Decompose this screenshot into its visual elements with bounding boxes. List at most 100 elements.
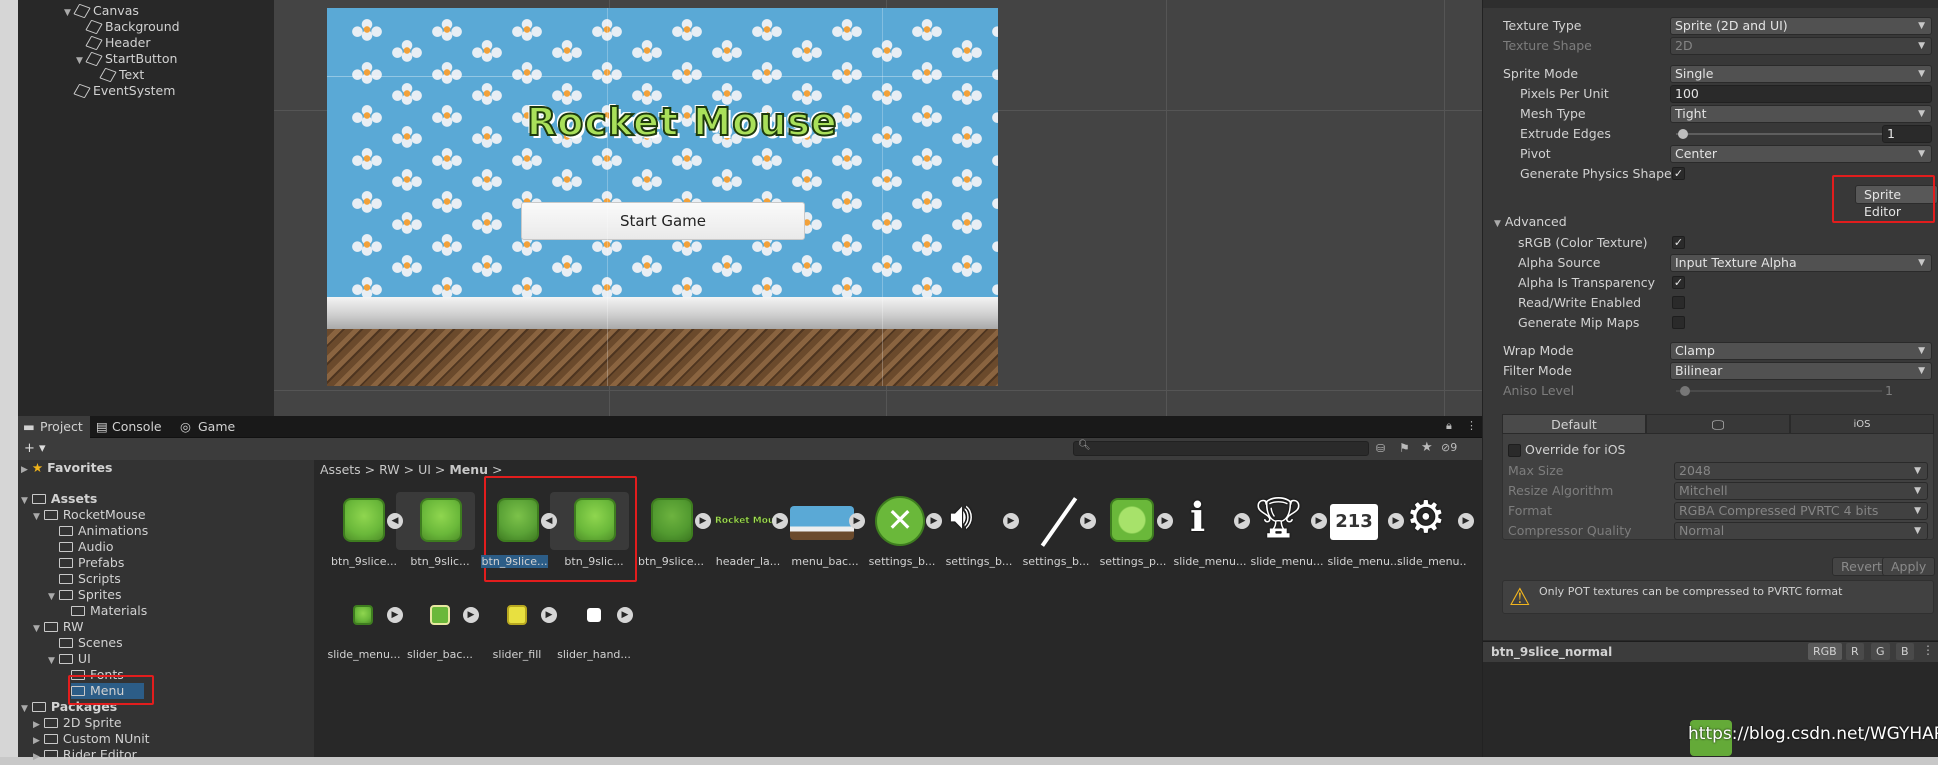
game-canvas-preview[interactable]: Rocket Mouse Start Game	[327, 8, 998, 386]
expand-arrow-icon[interactable]: ▶	[617, 607, 633, 623]
asset-thumb[interactable]	[507, 605, 527, 625]
sprite-mode-dropdown[interactable]: Single ▼	[1670, 65, 1932, 83]
read-write-checkbox[interactable]	[1672, 296, 1685, 309]
channel-r-button[interactable]: R	[1846, 643, 1864, 660]
asset-thumb[interactable]	[343, 498, 385, 542]
hierarchy-item-background[interactable]: Background	[85, 19, 180, 35]
trophy-icon[interactable]: 🏆︎	[1253, 494, 1304, 541]
tree-item-materials[interactable]: Materials	[71, 603, 147, 619]
hierarchy-item-canvas[interactable]: ▼ Canvas	[64, 3, 139, 19]
tab-project[interactable]: ▬ Project	[18, 416, 90, 438]
expand-arrow-icon[interactable]: ▶	[1388, 513, 1404, 529]
channel-rgb-button[interactable]: RGB	[1808, 643, 1842, 660]
breadcrumb-item[interactable]: Assets	[320, 462, 361, 477]
tree-item-animations[interactable]: Animations	[59, 523, 148, 539]
expand-arrow-icon[interactable]: ▶	[1311, 513, 1327, 529]
expand-arrow-icon[interactable]: ▶	[1234, 513, 1250, 529]
expand-arrow-icon[interactable]: ▶	[926, 513, 942, 529]
speaker-icon[interactable]: 🔊︎	[950, 496, 973, 538]
asset-thumb[interactable]	[420, 498, 462, 542]
create-button[interactable]: + ▾	[24, 441, 46, 456]
filter-type-icon[interactable]: ⛁	[1376, 442, 1385, 455]
channel-b-button[interactable]: B	[1896, 643, 1914, 660]
tree-item-ui[interactable]: ▼ UI	[48, 651, 91, 667]
asset-thumb[interactable]	[353, 605, 373, 625]
generate-physics-checkbox[interactable]: ✓	[1672, 167, 1685, 180]
filter-mode-dropdown[interactable]: Bilinear ▼	[1670, 362, 1932, 380]
tab-default[interactable]: Default	[1502, 414, 1646, 434]
tree-item-rw[interactable]: ▼ RW	[33, 619, 83, 635]
more-menu-icon[interactable]: ⋮	[1466, 419, 1477, 432]
hierarchy-item-startbutton[interactable]: ▼ StartButton	[76, 51, 177, 67]
tree-item-scenes[interactable]: Scenes	[59, 635, 123, 651]
extrude-slider-knob[interactable]	[1678, 129, 1688, 139]
texture-type-dropdown[interactable]: Sprite (2D and UI) ▼	[1670, 17, 1932, 35]
aniso-level-value: 1	[1885, 383, 1893, 398]
channel-g-button[interactable]: G	[1871, 643, 1890, 660]
close-icon[interactable]: ✕	[875, 496, 925, 546]
extrude-edges-field[interactable]: 1	[1882, 125, 1932, 143]
pixels-per-unit-field[interactable]: 100	[1670, 85, 1932, 103]
advanced-foldout[interactable]: ▼ Advanced	[1494, 213, 1567, 231]
gear-icon[interactable]: ⚙︎	[1406, 492, 1445, 543]
expand-arrow-icon[interactable]: ▶	[1157, 513, 1173, 529]
expand-arrow-icon[interactable]: ▶	[1458, 513, 1474, 529]
folder-tree: ▶ ★ Favorites ▼ Assets ▼ RocketMouse Animati…	[18, 460, 314, 762]
asset-thumb[interactable]	[587, 608, 601, 622]
tree-item-sprites[interactable]: ▼ Sprites	[48, 587, 122, 603]
tree-item-scripts[interactable]: Scripts	[59, 571, 121, 587]
start-game-button[interactable]: Start Game	[521, 202, 805, 240]
collapse-arrow-icon[interactable]: ◀	[387, 513, 403, 529]
tree-item-prefabs[interactable]: Prefabs	[59, 555, 124, 571]
hidden-packages-icon[interactable]: ⊘9	[1441, 441, 1457, 454]
info-icon[interactable]: i	[1190, 494, 1205, 541]
breadcrumb-item[interactable]: Menu	[449, 462, 488, 477]
asset-thumb[interactable]	[651, 498, 693, 542]
breadcrumb-item[interactable]: UI	[418, 462, 431, 477]
alpha-transparency-checkbox[interactable]: ✓	[1672, 276, 1685, 289]
alpha-source-dropdown[interactable]: Input Texture Alpha ▼	[1670, 254, 1932, 272]
tree-item-rocketmouse[interactable]: ▼ RocketMouse	[33, 507, 146, 523]
search-input[interactable]: 🔍︎	[1073, 440, 1369, 456]
tree-item-2d-sprite[interactable]: ▶ 2D Sprite	[33, 715, 122, 731]
hierarchy-item-eventsystem[interactable]: EventSystem	[73, 83, 175, 99]
expand-arrow-icon[interactable]: ▶	[1080, 513, 1096, 529]
expand-arrow-icon[interactable]: ▶	[1003, 513, 1019, 529]
tree-item-assets[interactable]: ▼ Assets	[21, 491, 97, 507]
tab-standalone[interactable]: 🖵︎	[1646, 414, 1790, 434]
tree-item-rider-editor[interactable]: ▶ Rider Editor	[33, 747, 137, 763]
expand-arrow-icon[interactable]: ▶	[541, 607, 557, 623]
override-ios-checkbox[interactable]	[1508, 444, 1521, 457]
more-menu-icon[interactable]: ⋮	[1922, 643, 1934, 657]
pivot-dropdown[interactable]: Center ▼	[1670, 145, 1932, 163]
expand-arrow-icon[interactable]: ▶	[387, 607, 403, 623]
expand-arrow-icon[interactable]: ▶	[849, 513, 865, 529]
hierarchy-item-header[interactable]: Header	[85, 35, 151, 51]
wrap-mode-dropdown[interactable]: Clamp ▼	[1670, 342, 1932, 360]
favorite-star-icon[interactable]: ★	[1421, 440, 1433, 455]
chevron-down-icon: ▼	[1918, 258, 1925, 268]
expand-arrow-icon[interactable]: ▶	[463, 607, 479, 623]
hierarchy-item-text[interactable]: Text	[99, 67, 144, 83]
asset-thumb[interactable]	[430, 605, 450, 625]
podium-icon[interactable]: 213	[1330, 504, 1378, 540]
extrude-slider-track[interactable]	[1676, 133, 1882, 135]
gameobject-icon	[85, 19, 103, 35]
tree-item-favorites[interactable]: ▶ ★ Favorites	[21, 460, 112, 476]
tab-game[interactable]: ◎ Game	[176, 416, 256, 438]
apply-button[interactable]: Apply	[1882, 557, 1936, 576]
asset-thumb[interactable]	[790, 506, 854, 540]
mesh-type-dropdown[interactable]: Tight ▼	[1670, 105, 1932, 123]
expand-arrow-icon[interactable]: ▶	[772, 513, 788, 529]
tab-console[interactable]: ▤ Console	[90, 416, 176, 438]
expand-arrow-icon[interactable]: ▶	[695, 513, 711, 529]
breadcrumb-item[interactable]: RW	[379, 462, 400, 477]
lock-icon[interactable]: 🔒︎	[1446, 419, 1452, 433]
tree-item-custom-nunit[interactable]: ▶ Custom NUnit	[33, 731, 150, 747]
asset-thumb[interactable]	[1110, 498, 1154, 542]
tree-item-audio[interactable]: Audio	[59, 539, 114, 555]
srgb-checkbox[interactable]: ✓	[1672, 236, 1685, 249]
generate-mipmaps-checkbox[interactable]	[1672, 316, 1685, 329]
tab-ios[interactable]: iOS	[1790, 414, 1934, 434]
filter-label-icon[interactable]: ⚑	[1399, 441, 1410, 455]
